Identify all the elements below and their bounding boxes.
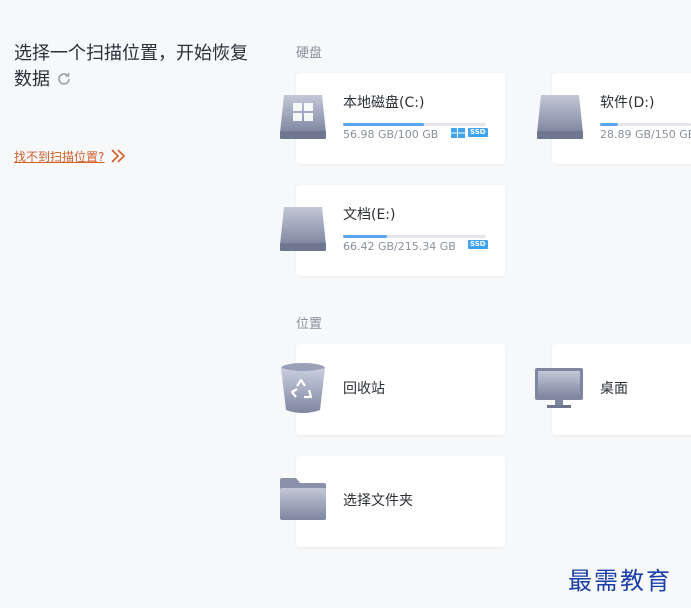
page-title: 选择一个扫描位置，开始恢复数据 (14, 41, 264, 93)
drive-usage-bar (343, 123, 486, 126)
page-title-text: 选择一个扫描位置，开始恢复数据 (14, 43, 248, 90)
refresh-icon[interactable] (56, 71, 72, 87)
hard-drive-icon (280, 207, 326, 251)
recycle-bin-icon (281, 363, 325, 413)
drive-size: 28.89 GB/150 GB (600, 128, 691, 141)
folder-icon (280, 478, 326, 520)
drive-name: 本地磁盘(C:) (343, 95, 425, 111)
location-name: 桌面 (600, 381, 628, 397)
windows-icon (451, 128, 465, 138)
windows-drive-icon (280, 95, 326, 139)
drive-size: 66.42 GB/215.34 GB (343, 240, 456, 253)
disks-section-label: 硬盘 (296, 46, 323, 61)
drive-name: 软件(D:) (600, 95, 655, 111)
drive-size: 56.98 GB/100 GB (343, 128, 439, 141)
ssd-badge: SSD (468, 240, 488, 249)
drive-usage-bar (343, 235, 486, 238)
desktop-icon (535, 368, 583, 408)
hard-drive-icon (537, 95, 583, 139)
watermark-logo: 最需教育 (568, 567, 672, 595)
ssd-badge: SSD (468, 128, 488, 137)
locations-section-label: 位置 (296, 317, 323, 332)
location-name: 选择文件夹 (343, 493, 413, 509)
drive-usage-bar (600, 123, 691, 126)
cant-find-location-link[interactable]: 找不到扫描位置? (14, 148, 104, 165)
drive-name: 文档(E:) (343, 207, 396, 223)
location-name: 回收站 (343, 381, 385, 397)
double-chevron-right-icon[interactable] (110, 148, 128, 164)
